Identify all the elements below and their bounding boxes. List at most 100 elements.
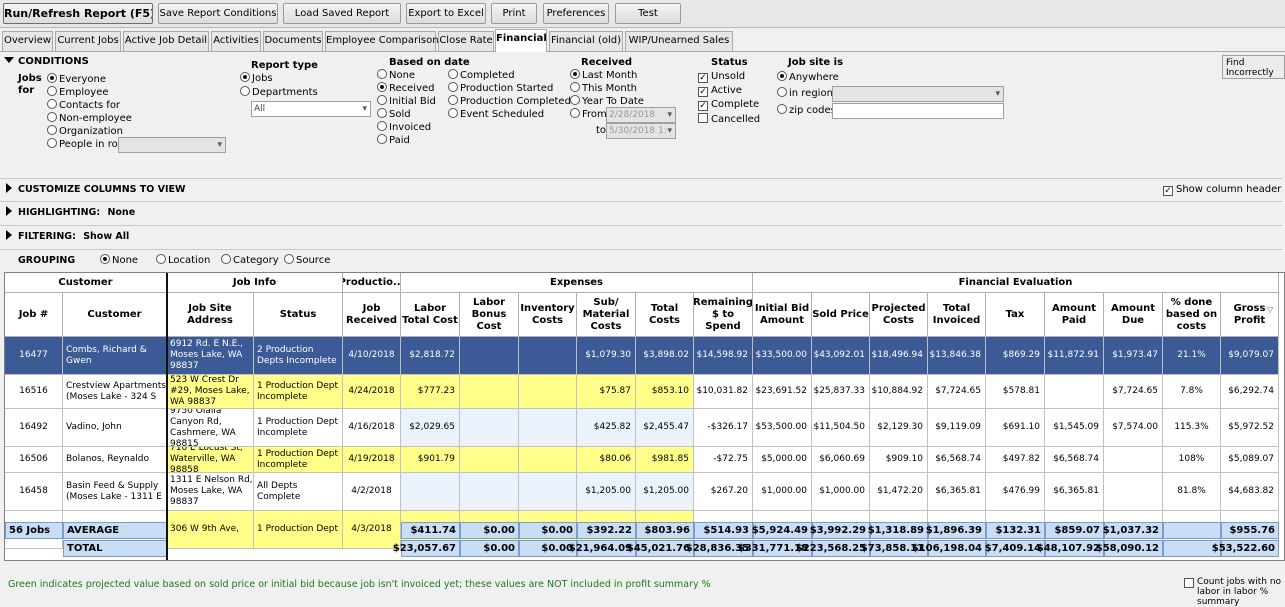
status-unsold[interactable]: ✓ Unsold xyxy=(698,70,745,83)
based-on-initial-bid[interactable]: Initial Bid xyxy=(377,95,436,108)
region-select[interactable]: ▾ xyxy=(832,86,1004,102)
jobs-for-employee[interactable]: Employee xyxy=(47,86,109,99)
test-button[interactable]: Test xyxy=(615,3,681,24)
highlighting-section[interactable]: HIGHLIGHTING: None xyxy=(0,201,1282,222)
checkbox-icon xyxy=(698,113,708,123)
table-cell: $901.79 xyxy=(401,447,460,473)
tab-financial-old[interactable]: Financial (old) xyxy=(549,31,623,51)
received-this-month[interactable]: This Month xyxy=(570,82,637,95)
status-complete[interactable]: ✓ Complete xyxy=(698,98,759,111)
option-label: Invoiced xyxy=(389,122,432,133)
customize-columns-section[interactable]: CUSTOMIZE COLUMNS TO VIEW xyxy=(0,178,1282,199)
column-header[interactable]: Customer xyxy=(63,293,167,337)
column-header[interactable]: Job Site Address xyxy=(167,293,254,337)
column-header[interactable]: Status xyxy=(254,293,343,337)
date-value: 5/30/2018 1: xyxy=(609,126,667,136)
grouping-location[interactable]: Location xyxy=(156,254,210,267)
report-type-select[interactable]: All ▾ xyxy=(251,101,371,117)
grouping-category[interactable]: Category xyxy=(221,254,279,267)
grouping-source[interactable]: Source xyxy=(284,254,330,267)
based-on-invoiced[interactable]: Invoiced xyxy=(377,121,431,134)
load-saved-report-button[interactable]: Load Saved Report xyxy=(283,3,401,24)
column-header[interactable]: Sold Price xyxy=(812,293,870,337)
received-from[interactable]: From xyxy=(570,108,607,121)
based-on-event-scheduled[interactable]: Event Scheduled xyxy=(448,108,544,121)
column-header[interactable]: Inventory Costs xyxy=(519,293,577,337)
zip-codes-input[interactable] xyxy=(832,103,1004,119)
based-on-production-completed[interactable]: Production Completed xyxy=(448,95,571,108)
based-on-sold[interactable]: Sold xyxy=(377,108,411,121)
based-on-completed[interactable]: Completed xyxy=(448,69,515,82)
average-value: $1,896.39 xyxy=(926,522,986,539)
report-type-departments[interactable]: Departments xyxy=(240,86,318,99)
from-date-field[interactable]: 2/28/2018 ▾ xyxy=(606,107,676,123)
option-label: Employee xyxy=(59,87,109,98)
sort-arrow-icon[interactable]: ▽ xyxy=(1267,305,1281,314)
received-last-month[interactable]: Last Month xyxy=(570,69,637,82)
jobs-for-people-in-role[interactable]: People in role xyxy=(47,138,127,151)
column-header[interactable]: Amount Paid xyxy=(1045,293,1104,337)
column-header[interactable]: Job # xyxy=(5,293,63,337)
table-cell: $1,205.00 xyxy=(577,473,636,511)
column-header[interactable]: % done based on costs xyxy=(1163,293,1221,337)
filtering-section[interactable]: FILTERING: Show All xyxy=(0,225,1282,246)
table-cell: $7,724.65 xyxy=(928,375,986,409)
column-header[interactable]: Total Costs xyxy=(636,293,694,337)
column-header[interactable]: Labor Bonus Cost xyxy=(460,293,519,337)
job-site-in-region[interactable]: in region xyxy=(777,87,833,100)
people-role-select[interactable]: ▾ xyxy=(118,137,226,153)
column-header[interactable]: Projected Costs xyxy=(870,293,928,337)
table-cell: $4,683.82 xyxy=(1221,473,1279,511)
print-button[interactable]: Print xyxy=(491,3,537,24)
tab-overview[interactable]: Overview xyxy=(2,31,53,51)
grouping-none[interactable]: None xyxy=(100,254,138,267)
job-site-anywhere[interactable]: Anywhere xyxy=(777,71,839,84)
expand-triangle-icon xyxy=(6,183,12,193)
tab-activities[interactable]: Activities xyxy=(211,31,261,51)
column-header[interactable]: Total Invoiced xyxy=(928,293,986,337)
export-to-excel-button[interactable]: Export to Excel xyxy=(406,3,486,24)
status-active[interactable]: ✓ Active xyxy=(698,84,742,97)
conditions-header[interactable]: CONDITIONS xyxy=(4,56,89,67)
column-header[interactable]: Sub/ Material Costs xyxy=(577,293,636,337)
run-refresh-button[interactable]: Run/Refresh Report (F5) xyxy=(3,3,153,24)
financial-grid[interactable]: CustomerJob InfoProductio...ExpensesFina… xyxy=(4,272,1285,561)
based-on-paid[interactable]: Paid xyxy=(377,134,410,147)
based-on-received[interactable]: Received xyxy=(377,82,435,95)
tab-wip-unearned-sales[interactable]: WIP/Unearned Sales xyxy=(625,31,733,51)
tab-close-rate[interactable]: Close Rate xyxy=(438,31,494,51)
tab-current-jobs[interactable]: Current Jobs xyxy=(55,31,121,51)
count-jobs-checkbox[interactable]: Count jobs with no labor in labor % summ… xyxy=(1184,577,1285,607)
preferences-button[interactable]: Preferences xyxy=(543,3,609,24)
column-header[interactable]: Labor Total Cost xyxy=(401,293,460,337)
table-cell: Basin Feed & Supply (Moses Lake - 1311 E xyxy=(63,473,167,511)
jobs-for-everyone[interactable]: Everyone xyxy=(47,73,106,86)
status-cancelled[interactable]: Cancelled xyxy=(698,113,760,126)
column-header[interactable]: Amount Due xyxy=(1104,293,1163,337)
tab-employee-comparison[interactable]: Employee Comparison xyxy=(325,31,439,51)
jobs-for-non-employee[interactable]: Non-employee xyxy=(47,112,132,125)
column-header[interactable]: Initial Bid Amount xyxy=(753,293,812,337)
column-header[interactable]: Remaining $ to Spend xyxy=(694,293,753,337)
table-cell: 1 Production Dept Incomplete xyxy=(254,375,343,409)
table-cell: 710 E Locust St, Waterville, WA 98858 xyxy=(167,447,254,473)
tab-active-job-detail[interactable]: Active Job Detail xyxy=(123,31,209,51)
jobs-for-organization[interactable]: Organization xyxy=(47,125,123,138)
column-header[interactable]: Tax xyxy=(986,293,1045,337)
table-cell: $1,973.47 xyxy=(1104,337,1163,375)
show-header-hints-checkbox[interactable]: ✓Show column header hints xyxy=(1163,183,1285,196)
group-header: Customer xyxy=(5,273,167,293)
column-header[interactable]: Job Received xyxy=(343,293,401,337)
based-on-production-started[interactable]: Production Started xyxy=(448,82,553,95)
job-site-zip-codes[interactable]: zip codes xyxy=(777,104,836,117)
tab-documents[interactable]: Documents xyxy=(263,31,323,51)
radio-icon xyxy=(448,108,458,118)
based-on-none[interactable]: None xyxy=(377,69,415,82)
find-incorrect-qb-button[interactable]: Find Incorrectly Mapped QB Data xyxy=(1222,55,1285,79)
to-date-field[interactable]: 5/30/2018 1: ▾ xyxy=(606,123,676,139)
jobs-for-contacts[interactable]: Contacts for xyxy=(47,99,120,112)
report-type-jobs[interactable]: Jobs xyxy=(240,72,273,85)
column-header[interactable]: Gross Profit xyxy=(1221,293,1279,337)
save-report-conditions-button[interactable]: Save Report Conditions xyxy=(158,3,278,24)
tab-financial[interactable]: Financial xyxy=(495,29,547,52)
